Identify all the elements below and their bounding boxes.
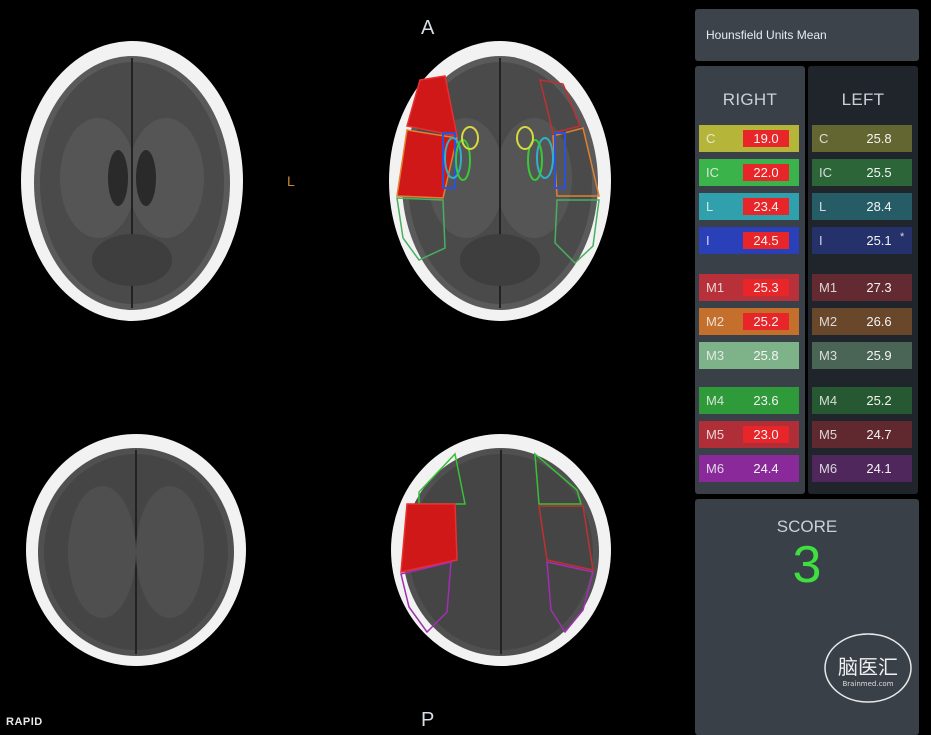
left-hu-value: 25.9 bbox=[866, 348, 892, 363]
left-region-row: M1 27.3 bbox=[812, 274, 912, 301]
region-code: C bbox=[706, 131, 716, 146]
right-region-row: L 23.4 bbox=[699, 193, 799, 220]
left-hu-value: 25.2 bbox=[866, 393, 892, 408]
region-code: M5 bbox=[706, 427, 725, 442]
orientation-posterior-label: P bbox=[421, 709, 435, 731]
left-region-row: IC 25.5 bbox=[812, 159, 912, 186]
left-hu-value: 25.8 bbox=[866, 131, 892, 146]
orientation-side-label: L bbox=[287, 173, 295, 189]
left-region-row: M2 26.6 bbox=[812, 308, 912, 335]
logo-subtext: Brainmed.com bbox=[842, 680, 893, 688]
region-code: M4 bbox=[819, 393, 838, 408]
right-hu-value: 25.8 bbox=[753, 348, 779, 363]
region-code: L bbox=[706, 199, 714, 214]
right-region-row: M4 23.6 bbox=[699, 387, 799, 414]
region-code: M1 bbox=[819, 280, 838, 295]
region-code: M3 bbox=[819, 348, 838, 363]
region-code: IC bbox=[819, 165, 832, 180]
orientation-anterior-label: A bbox=[421, 17, 435, 39]
left-region-row: M5 24.7 bbox=[812, 421, 912, 448]
brand-label: RAPID bbox=[6, 716, 43, 728]
right-hu-value: 23.0 bbox=[743, 426, 789, 443]
measure-title: Hounsfield Units Mean bbox=[706, 28, 827, 42]
right-hu-value: 23.6 bbox=[753, 393, 779, 408]
left-region-row: I 25.1 * bbox=[812, 227, 912, 254]
left-hu-value: 28.4 bbox=[866, 199, 892, 214]
left-hu-value: 27.3 bbox=[866, 280, 892, 295]
region-code: I bbox=[819, 233, 823, 248]
left-flag-star: * bbox=[900, 231, 905, 243]
right-region-row: M5 23.0 bbox=[699, 421, 799, 448]
ct-slice-upper-annotated[interactable] bbox=[385, 38, 615, 324]
right-region-row: M3 25.8 bbox=[699, 342, 799, 369]
region-code: M6 bbox=[706, 461, 725, 476]
left-column-header: LEFT bbox=[841, 90, 885, 109]
left-region-row: M6 24.1 bbox=[812, 455, 912, 482]
measure-title-box: Hounsfield Units Mean bbox=[695, 9, 919, 61]
image-viewer[interactable]: A P L RAPID bbox=[0, 0, 692, 735]
right-hu-value: 24.5 bbox=[743, 232, 789, 249]
right-region-row: M2 25.2 bbox=[699, 308, 799, 335]
region-code: IC bbox=[706, 165, 719, 180]
left-hu-value: 26.6 bbox=[866, 314, 892, 329]
left-region-row: M4 25.2 bbox=[812, 387, 912, 414]
right-hu-value: 19.0 bbox=[743, 130, 789, 147]
left-region-row: L 28.4 bbox=[812, 193, 912, 220]
region-code: M4 bbox=[706, 393, 725, 408]
right-hu-value: 25.2 bbox=[743, 313, 789, 330]
left-hu-value: 25.5 bbox=[866, 165, 892, 180]
right-hemisphere-column: RIGHT C 19.0 IC 22.0 L 23.4 I 24.5 M1 25.3 M2 25.2 M… bbox=[695, 66, 805, 494]
left-region-row: M3 25.9 bbox=[812, 342, 912, 369]
region-code: M1 bbox=[706, 280, 725, 295]
right-hu-value: 24.4 bbox=[753, 461, 779, 476]
region-code: I bbox=[706, 233, 710, 248]
left-region-row: C 25.8 bbox=[812, 125, 912, 152]
score-label: SCORE bbox=[776, 517, 838, 536]
region-code: M2 bbox=[706, 314, 725, 329]
ct-slice-upper-raw[interactable] bbox=[18, 38, 246, 324]
score-value: 3 bbox=[792, 536, 822, 594]
region-code: M5 bbox=[819, 427, 838, 442]
left-hu-value: 24.7 bbox=[866, 427, 892, 442]
ct-slice-lower-raw[interactable] bbox=[22, 432, 250, 668]
brainmed-logo: 脑医汇 Brainmed.com bbox=[824, 633, 912, 703]
left-hu-value: 25.1 bbox=[866, 233, 892, 248]
ct-slice-lower-annotated[interactable] bbox=[387, 432, 615, 668]
right-region-row: C 19.0 bbox=[699, 125, 799, 152]
right-hu-value: 22.0 bbox=[743, 164, 789, 181]
right-region-row: M6 24.4 bbox=[699, 455, 799, 482]
right-region-row: I 24.5 bbox=[699, 227, 799, 254]
left-hu-value: 24.1 bbox=[866, 461, 892, 476]
right-region-row: IC 22.0 bbox=[699, 159, 799, 186]
right-hu-value: 23.4 bbox=[743, 198, 789, 215]
region-code: M6 bbox=[819, 461, 838, 476]
region-code: M3 bbox=[706, 348, 725, 363]
right-hu-value: 25.3 bbox=[743, 279, 789, 296]
left-hemisphere-column: LEFT C 25.8 IC 25.5 L 28.4 I 25.1 * M1 27.3 M2 26.6 M… bbox=[808, 66, 918, 494]
region-code: L bbox=[819, 199, 827, 214]
logo-text: 脑医汇 bbox=[838, 655, 898, 679]
region-code: M2 bbox=[819, 314, 838, 329]
right-region-row: M1 25.3 bbox=[699, 274, 799, 301]
region-code: C bbox=[819, 131, 829, 146]
right-column-header: RIGHT bbox=[722, 90, 778, 109]
